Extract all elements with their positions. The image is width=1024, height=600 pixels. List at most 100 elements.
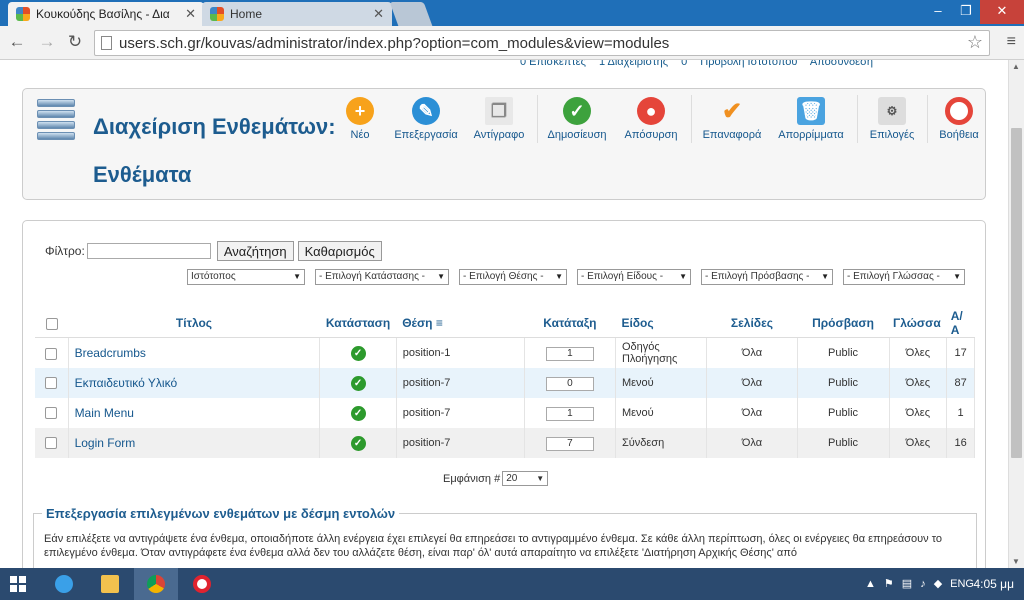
table-header-row: Τίτλος Κατάσταση Θέση ≡ Κατάταξη Είδος Σ… [35,309,975,338]
new-tab-button[interactable] [389,2,433,26]
select-all-cell [35,309,69,338]
clear-button[interactable]: Καθαρισμός [297,241,382,261]
access-select[interactable]: - Επιλογή Πρόσβασης - [701,269,833,285]
tab-active[interactable]: Κουκούδης Βασίλης - Δια ✕ [8,2,204,26]
col-id[interactable]: Α/Α [946,309,975,338]
table-row: Εκπαιδευτικό Υλικό ✓ position-7 0 Μενού … [35,367,975,398]
ordering-input[interactable]: 1 [545,346,594,361]
tray-expand-icon[interactable]: ▲ [865,578,876,590]
module-language: Όλες [889,367,948,398]
published-icon[interactable]: ✓ [350,405,366,421]
admin-status-strip: 0 Επισκέπτες 1 Διαχειριστής 0 Προβολή Ισ… [520,60,1000,68]
col-position[interactable]: Θέση ≡ [396,309,525,338]
add-icon: + [346,97,374,125]
window-controls: – ❐ ✕ [924,0,1024,24]
module-title-link[interactable]: Breadcrumbs [75,346,146,360]
search-button[interactable]: Αναζήτηση [216,241,294,261]
windows-start-icon[interactable] [10,576,26,592]
network-icon[interactable]: ▤ [902,577,912,590]
published-icon[interactable]: ✓ [350,435,366,451]
module-title-link[interactable]: Main Menu [75,406,134,420]
forward-icon[interactable]: → [36,32,58,52]
col-ordering[interactable]: Κατάταξη [524,309,616,338]
state-select[interactable]: - Επιλογή Κατάστασης - [315,269,449,285]
module-id: 16 [946,427,975,458]
position-select[interactable]: - Επιλογή Θέσης - [459,269,567,285]
row-checkbox[interactable] [45,377,58,390]
filter-bar: Φίλτρο: Αναζήτηση Καθαρισμός [45,241,386,261]
chrome-taskbar-icon[interactable] [134,568,178,600]
select-all-checkbox[interactable] [45,317,58,330]
edit-button[interactable]: ✎ Επεξεργασία [391,97,461,141]
row-checkbox[interactable] [45,347,58,360]
client-select[interactable]: Ιστότοπος [187,269,305,285]
unpublish-icon: ● [637,97,665,125]
col-access[interactable]: Πρόσβαση [797,309,890,338]
maximize-icon[interactable]: ❐ [952,0,980,24]
taskbar-clock[interactable]: 4:05 μμ [973,577,1014,591]
help-button[interactable]: Βοήθεια [931,97,987,141]
tab-close-icon[interactable]: ✕ [179,6,196,22]
checkin-button[interactable]: ✔ Επαναφορά [699,97,765,142]
col-title[interactable]: Τίτλος [68,309,320,338]
col-type[interactable]: Είδος [615,309,707,338]
keyboard-language[interactable]: ENG [950,578,974,590]
batch-fieldset: Επεξεργασία επιλεγμένων ενθεμάτων με δέσ… [33,506,977,568]
options-button[interactable]: ⚙ Επιλογές [865,97,919,141]
module-position: position-7 [396,427,525,458]
page-scrollbar[interactable]: ▲ ▼ [1008,60,1024,568]
col-pages[interactable]: Σελίδες [706,309,798,338]
module-pages: Όλα [706,427,798,458]
type-select[interactable]: - Επιλογή Είδους - [577,269,691,285]
minimize-icon[interactable]: – [924,0,952,24]
filter-search-input[interactable] [86,243,211,259]
unpublish-button[interactable]: ● Απόσυρση [621,97,681,141]
scroll-up-icon[interactable]: ▲ [1012,62,1020,71]
new-button[interactable]: + Νέο [335,97,385,141]
copy-button[interactable]: ❐ Αντίγραφο [469,97,529,141]
module-pages: Όλα [706,367,798,398]
ie-taskbar-icon[interactable] [42,568,86,600]
published-icon[interactable]: ✓ [350,345,366,361]
row-checkbox[interactable] [45,437,58,450]
address-bar[interactable]: users.sch.gr/kouvas/administrator/index.… [94,30,990,56]
edit-pencil-icon: ✎ [412,97,440,125]
trash-button[interactable]: 🗑 Απορρίμματα [775,97,847,141]
language-select[interactable]: - Επιλογή Γλώσσας - [843,269,965,285]
module-position: position-7 [396,367,525,398]
ordering-input[interactable]: 0 [545,376,594,391]
module-type: Μενού [615,397,708,428]
back-icon[interactable]: ← [6,32,28,52]
module-language: Όλες [889,397,948,428]
scrollbar-thumb[interactable] [1011,128,1022,458]
reload-icon[interactable]: ↻ [64,32,86,52]
module-title-link[interactable]: Εκπαιδευτικό Υλικό [75,376,178,390]
page-viewport: 0 Επισκέπτες 1 Διαχειριστής 0 Προβολή Ισ… [0,60,1008,568]
row-checkbox[interactable] [45,407,58,420]
bookmark-star-icon[interactable]: ☆ [967,32,983,53]
tab-close-icon[interactable]: ✕ [367,6,384,22]
flag-icon[interactable]: ⚑ [884,577,894,590]
admins-count: 1 Διαχειριστής [598,60,669,68]
list-limit-label: Εμφάνιση # [443,472,501,485]
ordering-input[interactable]: 1 [545,406,594,421]
explorer-taskbar-icon[interactable] [88,568,132,600]
module-title-link[interactable]: Login Form [75,436,136,450]
published-icon[interactable]: ✓ [350,375,366,391]
volume-icon[interactable]: ♪ [920,578,926,590]
publish-button[interactable]: ✓ Δημοσίευση [545,97,609,141]
dropbox-icon[interactable]: ◆ [934,577,942,590]
ordering-input[interactable]: 7 [545,436,594,451]
list-limit-select[interactable]: 20 [502,471,549,486]
logout-link[interactable]: Αποσύνδεση [810,60,873,68]
scroll-down-icon[interactable]: ▼ [1012,557,1020,566]
view-site-link[interactable]: Προβολή Ιστοτόπου [700,60,797,68]
close-window-icon[interactable]: ✕ [980,0,1024,24]
chrome-menu-icon[interactable]: ≡ [1007,33,1016,51]
toolbar-separator [537,95,538,143]
col-language[interactable]: Γλώσσα [889,309,947,338]
col-status[interactable]: Κατάσταση [319,309,397,338]
module-id: 87 [946,367,975,398]
opera-taskbar-icon[interactable] [180,568,224,600]
tab-home[interactable]: Home ✕ [202,2,392,26]
